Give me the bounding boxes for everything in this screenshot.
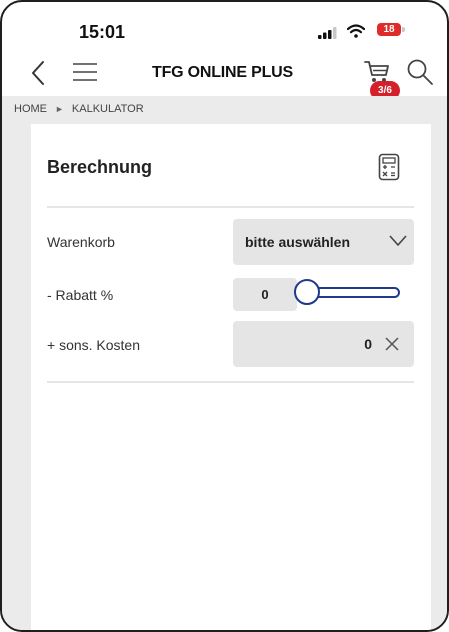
back-icon[interactable]: [30, 60, 46, 86]
kosten-label: + sons. Kosten: [47, 337, 141, 353]
card-title: Berechnung: [47, 157, 153, 177]
battery-indicator: 18: [377, 23, 401, 36]
wifi-icon: [347, 24, 365, 38]
status-bar: 15:01 18: [2, 2, 447, 46]
rabatt-label: - Rabatt %: [47, 287, 114, 303]
chevron-down-icon: [389, 235, 407, 246]
kosten-input[interactable]: 0: [233, 321, 414, 367]
warenkorb-label: Warenkorb: [47, 234, 115, 250]
warenkorb-select[interactable]: bitte auswählen: [233, 219, 414, 265]
top-navigation: TFG ONLINE PLUS 3/6: [2, 46, 447, 100]
close-icon[interactable]: [385, 337, 399, 351]
breadcrumb: HOME ► KALKULATOR: [14, 103, 144, 115]
breadcrumb-current: KALKULATOR: [71, 103, 144, 115]
calculator-icon[interactable]: [378, 153, 400, 181]
app-title: TFG ONLINE PLUS: [152, 64, 294, 81]
battery-level: 18: [383, 24, 395, 35]
breadcrumb-home[interactable]: HOME: [14, 103, 47, 115]
rabatt-value: 0: [261, 287, 269, 302]
signal-icon: [318, 27, 337, 39]
rabatt-slider-thumb[interactable]: [294, 279, 320, 305]
phone-frame: 15:01 18 TFG ONLINE PLUS 3/6 HOME ► KALK…: [0, 0, 449, 632]
cart-count: 3/6: [378, 85, 392, 96]
card-divider-bottom: [47, 381, 414, 383]
card-divider-top: [47, 206, 414, 208]
search-icon[interactable]: [406, 58, 434, 86]
calculation-card: [31, 124, 431, 630]
rabatt-value-box: 0: [233, 278, 297, 311]
warenkorb-select-value: bitte auswählen: [245, 234, 351, 250]
breadcrumb-separator-icon: ►: [55, 104, 64, 114]
status-time: 15:01: [79, 22, 126, 42]
kosten-value: 0: [364, 336, 372, 352]
menu-icon[interactable]: [72, 62, 98, 82]
battery-tip: [402, 27, 405, 32]
